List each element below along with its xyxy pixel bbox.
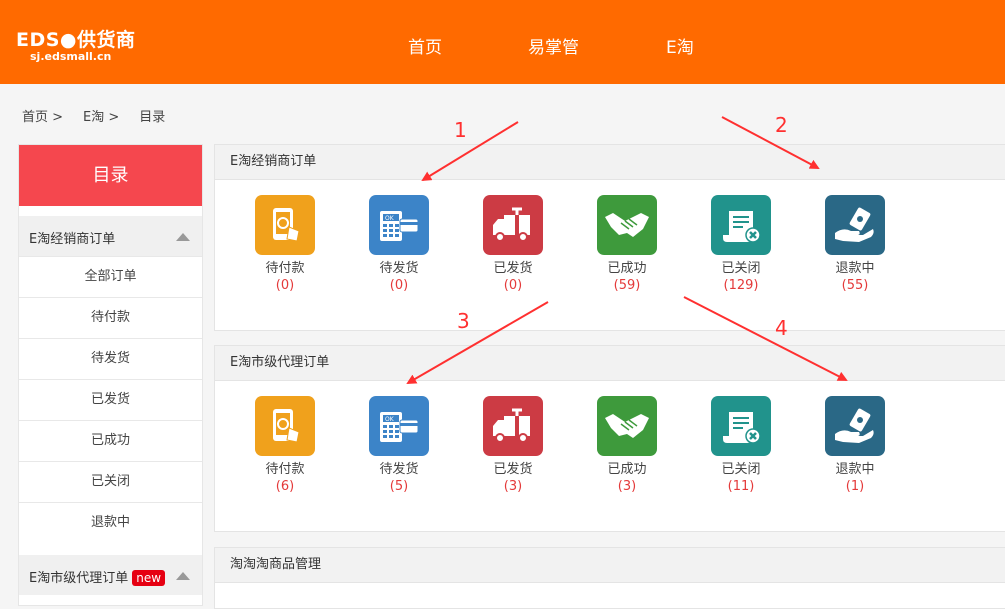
order-status-tile[interactable]: 退款中 (55) (815, 195, 895, 295)
tile-count[interactable]: (129) (701, 277, 781, 295)
tile-count[interactable]: (0) (473, 277, 553, 295)
order-status-tile[interactable]: 退款中 (1) (815, 396, 895, 496)
order-status-tile[interactable]: 已关闭 (129) (701, 195, 781, 295)
pos-terminal-icon[interactable]: OK (369, 195, 429, 255)
panel-title: E淘市级代理订单 (215, 346, 1005, 381)
breadcrumb-catalog: 目录 (139, 110, 166, 125)
tile-count[interactable]: (11) (701, 478, 781, 496)
breadcrumb-home[interactable]: 首页 > (22, 110, 63, 125)
logo-domain: sj.edsmall.cn (30, 50, 112, 63)
order-status-tile[interactable]: OK 待发货 (5) (359, 396, 439, 496)
top-header: EDS●供货商 sj.edsmall.cn 首页 易掌管 E淘 (0, 0, 1005, 84)
tile-label[interactable]: 已成功 (587, 462, 667, 478)
panel-title: 淘淘淘商品管理 (215, 548, 1005, 583)
panel-dealer-orders: E淘经销商订单 待付款 (0) OK 待发货 (0) 已发货 (0) 已成功 (59) … (214, 144, 1005, 331)
order-status-tile[interactable]: 已成功 (59) (587, 195, 667, 295)
order-status-tile[interactable]: 已发货 (0) (473, 195, 553, 295)
annotation-number-1: 1 (454, 118, 467, 142)
breadcrumb: 首页 > E淘 > 目录 (22, 106, 185, 125)
tile-label[interactable]: 退款中 (815, 462, 895, 478)
sidebar-item-pending-shipment[interactable]: 待发货 (19, 338, 202, 379)
tile-label[interactable]: 已发货 (473, 261, 553, 277)
tile-count[interactable]: (3) (473, 478, 553, 496)
sidebar-group-dealer-orders[interactable]: E淘经销商订单 (19, 216, 202, 256)
breadcrumb-etao[interactable]: E淘 > (83, 110, 119, 125)
collapse-triangle-icon[interactable] (176, 572, 190, 580)
sidebar-catalog: 目录 E淘经销商订单 全部订单 待付款 待发货 已发货 已成功 已关闭 退款中 … (18, 144, 203, 606)
collapse-triangle-icon[interactable] (176, 233, 190, 241)
annotation-number-3: 3 (457, 309, 470, 333)
tile-label[interactable]: 待付款 (245, 261, 325, 277)
tile-label[interactable]: 已关闭 (701, 261, 781, 277)
sidebar-item-closed[interactable]: 已关闭 (19, 461, 202, 502)
tablet-pay-icon[interactable] (255, 195, 315, 255)
svg-text:OK: OK (385, 416, 395, 423)
sidebar-item-refunding[interactable]: 退款中 (19, 502, 202, 543)
sidebar-group-label: E淘市级代理订单 (29, 571, 129, 586)
closed-scroll-icon[interactable] (711, 396, 771, 456)
tile-label[interactable]: 待发货 (359, 261, 439, 277)
tile-label[interactable]: 已成功 (587, 261, 667, 277)
tile-count[interactable]: (0) (359, 277, 439, 295)
annotation-number-4: 4 (775, 316, 788, 340)
handshake-icon[interactable] (597, 195, 657, 255)
tile-label[interactable]: 待发货 (359, 462, 439, 478)
sidebar-item-success[interactable]: 已成功 (19, 420, 202, 461)
order-status-tile[interactable]: OK 待发货 (0) (359, 195, 439, 295)
tile-label[interactable]: 已关闭 (701, 462, 781, 478)
annotation-number-2: 2 (775, 113, 788, 137)
tile-count[interactable]: (59) (587, 277, 667, 295)
pos-terminal-icon[interactable]: OK (369, 396, 429, 456)
tablet-pay-icon[interactable] (255, 396, 315, 456)
order-status-tile[interactable]: 已成功 (3) (587, 396, 667, 496)
tile-label[interactable]: 待付款 (245, 462, 325, 478)
order-status-tile[interactable]: 已关闭 (11) (701, 396, 781, 496)
panel-product-management: 淘淘淘商品管理 (214, 547, 1005, 609)
sidebar-item-shipped[interactable]: 已发货 (19, 379, 202, 420)
tile-label[interactable]: 退款中 (815, 261, 895, 277)
delivery-truck-icon[interactable] (483, 195, 543, 255)
tile-count[interactable]: (55) (815, 277, 895, 295)
logo-title[interactable]: EDS●供货商 (16, 25, 136, 52)
sidebar-group-label: E淘经销商订单 (29, 232, 116, 247)
nav-etao[interactable]: E淘 (666, 33, 694, 58)
tile-count[interactable]: (1) (815, 478, 895, 496)
sidebar-title: 目录 (19, 145, 202, 206)
closed-scroll-icon[interactable] (711, 195, 771, 255)
nav-yizhangguan[interactable]: 易掌管 (528, 33, 579, 58)
refund-hand-icon[interactable] (825, 396, 885, 456)
tile-count[interactable]: (0) (245, 277, 325, 295)
tile-count[interactable]: (3) (587, 478, 667, 496)
order-status-tile[interactable]: 待付款 (0) (245, 195, 325, 295)
sidebar-item-pending-payment[interactable]: 待付款 (19, 297, 202, 338)
refund-hand-icon[interactable] (825, 195, 885, 255)
new-badge: new (132, 570, 166, 586)
panel-city-agent-orders: E淘市级代理订单 待付款 (6) OK 待发货 (5) 已发货 (3) 已成功 (3) … (214, 345, 1005, 532)
handshake-icon[interactable] (597, 396, 657, 456)
nav-home[interactable]: 首页 (408, 33, 442, 58)
order-status-tile[interactable]: 已发货 (3) (473, 396, 553, 496)
order-status-tile[interactable]: 待付款 (6) (245, 396, 325, 496)
tile-label[interactable]: 已发货 (473, 462, 553, 478)
svg-text:OK: OK (385, 215, 395, 222)
tile-count[interactable]: (5) (359, 478, 439, 496)
sidebar-group-city-agent-orders[interactable]: E淘市级代理订单 new (19, 555, 202, 595)
sidebar-item-all-orders[interactable]: 全部订单 (19, 256, 202, 297)
panel-title: E淘经销商订单 (215, 145, 1005, 180)
delivery-truck-icon[interactable] (483, 396, 543, 456)
tile-count[interactable]: (6) (245, 478, 325, 496)
